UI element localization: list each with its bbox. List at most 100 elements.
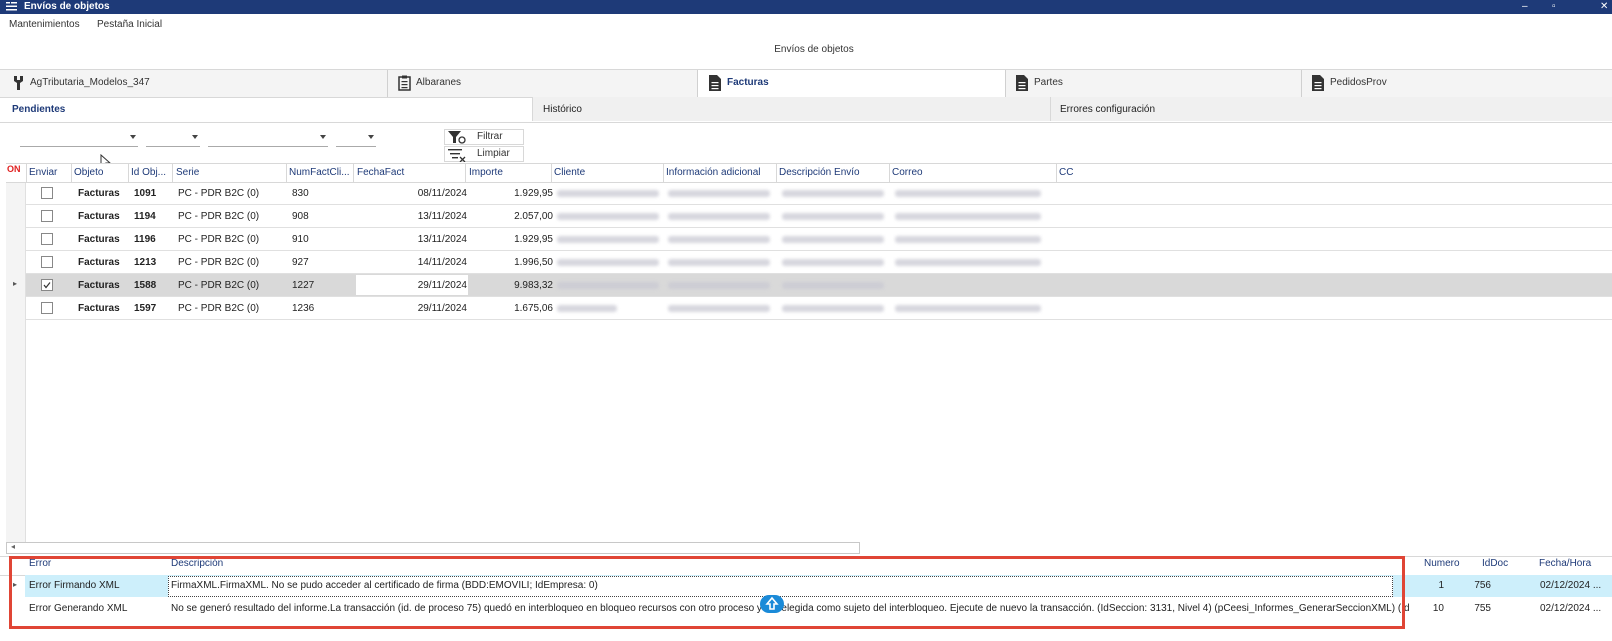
wrench-icon: [14, 76, 23, 90]
enviar-checkbox[interactable]: [41, 210, 53, 222]
tab-label: Partes: [1034, 77, 1063, 88]
enviar-checkbox[interactable]: [41, 256, 53, 268]
redacted-text: [557, 259, 659, 266]
cell-serie: PC - PDR B2C (0): [178, 234, 260, 245]
col-correo[interactable]: Correo: [892, 167, 923, 178]
tab-facturas[interactable]: Facturas: [698, 70, 1006, 97]
col-objeto[interactable]: Objeto: [74, 167, 103, 178]
grid-header: ON Enviar Objeto Id Obj... Serie NumFact…: [6, 163, 1612, 183]
redacted-text: [895, 213, 1041, 220]
error-highlight-frame: [9, 556, 1405, 629]
col-numero[interactable]: Numero: [1424, 558, 1460, 574]
col-enviar[interactable]: Enviar: [29, 167, 57, 178]
page-title: Envíos de objetos: [774, 44, 854, 55]
app-menu-icon[interactable]: [6, 2, 17, 11]
redacted-text: [782, 282, 884, 289]
redacted-text: [557, 236, 659, 243]
main-tabs: AgTributaria_Modelos_347 Albaranes Factu…: [0, 69, 1612, 98]
redacted-text: [895, 236, 1041, 243]
col-serie[interactable]: Serie: [176, 167, 199, 178]
redacted-text: [668, 259, 770, 266]
filtrar-button[interactable]: Filtrar: [444, 129, 524, 145]
tab-label: Pendientes: [12, 104, 66, 115]
col-fechafact[interactable]: FechaFact: [357, 167, 404, 178]
tab-partes[interactable]: Partes: [1006, 70, 1302, 97]
tab-label: Facturas: [727, 77, 769, 88]
filter-combo-3[interactable]: [208, 132, 328, 147]
tab-errores-configuracion[interactable]: Errores configuración: [1050, 97, 1612, 121]
redacted-text: [668, 305, 770, 312]
clear-filter-icon: [448, 149, 466, 162]
minimize-button[interactable]: –: [1522, 0, 1528, 13]
redacted-text: [668, 190, 770, 197]
cell-serie: PC - PDR B2C (0): [178, 280, 260, 291]
cell-numfactcli: 1236: [292, 303, 315, 314]
tab-albaranes[interactable]: Albaranes: [388, 70, 698, 97]
tab-label: AgTributaria_Modelos_347: [30, 77, 150, 88]
enviar-checkbox[interactable]: [41, 302, 53, 314]
close-button[interactable]: ✕: [1600, 0, 1608, 13]
redacted-text: [782, 305, 884, 312]
filter-combo-2[interactable]: [146, 132, 200, 147]
tab-pendientes[interactable]: Pendientes: [0, 97, 532, 121]
tab-agtributaria[interactable]: AgTributaria_Modelos_347: [0, 70, 388, 97]
scroll-up-button[interactable]: [760, 595, 784, 613]
on-label: ON: [7, 164, 21, 174]
table-row[interactable]: Facturas 1213 PC - PDR B2C (0) 927 14/11/202…: [26, 251, 1612, 274]
error-iddoc: 756: [1474, 580, 1491, 591]
col-importe[interactable]: Importe: [469, 167, 503, 178]
tab-label: Errores configuración: [1060, 104, 1156, 115]
col-numfactcli[interactable]: NumFactCli...: [289, 167, 350, 178]
title-bar: Envíos de objetos – ▫ ✕: [0, 0, 1612, 14]
document-icon: [709, 75, 721, 91]
redacted-text: [895, 305, 1041, 312]
cell-importe: 1.996,50: [514, 257, 553, 268]
tab-historico[interactable]: Histórico: [532, 97, 1050, 121]
cell-numfactcli: 927: [292, 257, 309, 268]
table-row[interactable]: Facturas 1196 PC - PDR B2C (0) 910 13/11/202…: [26, 228, 1612, 251]
menu-pestana-inicial[interactable]: Pestaña Inicial: [97, 19, 162, 30]
cell-fechafact: 13/11/2024: [417, 234, 467, 245]
filter-combo-1[interactable]: [20, 132, 138, 147]
col-id-obj[interactable]: Id Obj...: [131, 167, 166, 178]
filter-combo-4[interactable]: [336, 132, 376, 147]
cell-numfactcli: 830: [292, 188, 309, 199]
scroll-left-arrow-icon[interactable]: ◂: [11, 542, 15, 551]
table-row[interactable]: Facturas 1194 PC - PDR B2C (0) 908 13/11/202…: [26, 205, 1612, 228]
cell-objeto: Facturas: [78, 188, 120, 199]
col-iddoc[interactable]: IdDoc: [1482, 558, 1508, 574]
redacted-text: [782, 190, 884, 197]
col-fecha-hora[interactable]: Fecha/Hora: [1539, 558, 1591, 574]
cell-objeto: Facturas: [78, 257, 120, 268]
tab-pedidosprov[interactable]: PedidosProv: [1302, 70, 1612, 97]
cell-fechafact: 29/11/2024: [417, 280, 467, 291]
horizontal-scrollbar[interactable]: ◂: [6, 542, 860, 554]
table-row[interactable]: ▸ Facturas 1588 PC - PDR B2C (0) 1227 29/11/2…: [13, 274, 1612, 297]
cell-fechafact: 13/11/2024: [417, 211, 467, 222]
enviar-checkbox[interactable]: [41, 187, 53, 199]
grid-body: Facturas 1091 PC - PDR B2C (0) 830 08/11/202…: [6, 182, 1612, 322]
limpiar-button[interactable]: Limpiar: [444, 146, 524, 162]
cell-id-obj: 1196: [134, 234, 156, 245]
error-fecha: 02/12/2024 ...: [1540, 603, 1602, 614]
col-cc[interactable]: CC: [1059, 167, 1073, 178]
chevron-down-icon: [130, 135, 136, 139]
menu-bar: Mantenimientos Pestaña Inicial: [0, 16, 1612, 34]
enviar-checkbox[interactable]: [41, 279, 53, 291]
col-cliente[interactable]: Cliente: [554, 167, 585, 178]
chevron-down-icon: [320, 135, 326, 139]
enviar-checkbox[interactable]: [41, 233, 53, 245]
tab-label: Albaranes: [416, 77, 462, 88]
cell-fechafact: 29/11/2024: [417, 303, 467, 314]
menu-mantenimientos[interactable]: Mantenimientos: [9, 19, 80, 30]
redacted-text: [557, 305, 617, 312]
restore-button[interactable]: ▫: [1552, 0, 1556, 13]
redacted-text: [557, 282, 659, 289]
table-row[interactable]: Facturas 1597 PC - PDR B2C (0) 1236 29/11/20…: [26, 297, 1612, 320]
redacted-text: [782, 213, 884, 220]
col-informacion-adicional[interactable]: Información adicional: [666, 167, 761, 178]
cell-numfactcli: 908: [292, 211, 309, 222]
clipboard-icon: [398, 75, 411, 91]
col-descripcion-envio[interactable]: Descripción Envío: [779, 167, 860, 178]
table-row[interactable]: Facturas 1091 PC - PDR B2C (0) 830 08/11/202…: [26, 182, 1612, 205]
